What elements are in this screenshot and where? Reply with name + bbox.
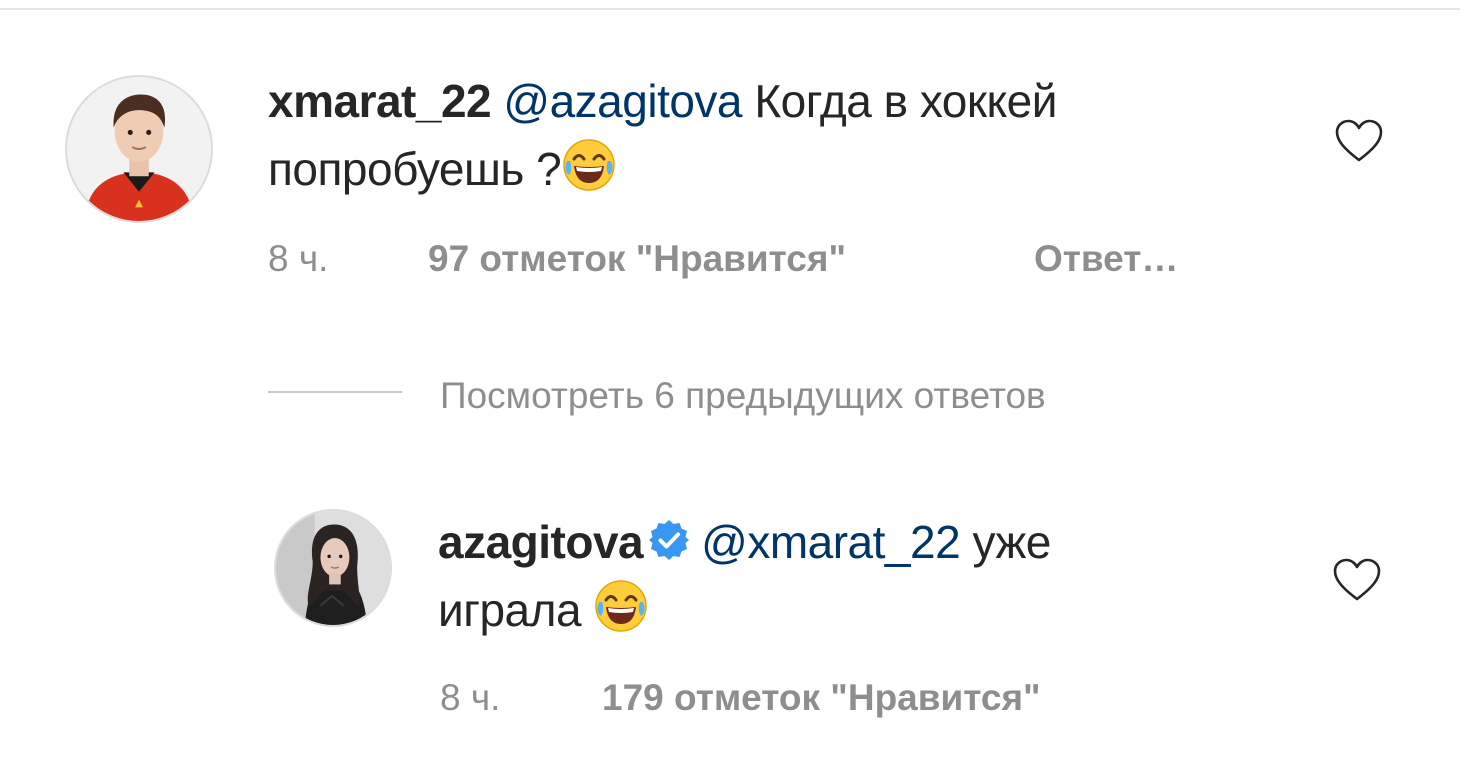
- comment-body: azagitova @xmarat_22 уже играла: [438, 508, 1298, 644]
- reply-label: Ответ…: [1034, 238, 1179, 279]
- comment-username[interactable]: azagitova: [438, 516, 644, 568]
- comment-timestamp: 8 ч.: [440, 677, 501, 718]
- mention-link[interactable]: @xmarat_22: [701, 516, 961, 568]
- replies-divider-line: [268, 391, 402, 393]
- like-button[interactable]: [1332, 557, 1382, 603]
- comment-text-line1: уже: [972, 516, 1051, 568]
- comment-text-line1: Когда в хоккей: [754, 75, 1057, 127]
- heart-outline-icon: [1335, 119, 1383, 162]
- likes-count: 97 отметок "Нравится": [428, 238, 847, 279]
- heart-outline-icon: [1333, 558, 1381, 601]
- likes-count-link[interactable]: 179 отметок "Нравится": [602, 676, 1041, 720]
- verified-badge-icon: [647, 518, 691, 562]
- comment-username[interactable]: xmarat_22: [268, 75, 492, 127]
- reply-button[interactable]: Ответ…: [1034, 237, 1178, 281]
- laughing-emoji-icon: [593, 578, 649, 634]
- likes-count: 179 отметок "Нравится": [602, 677, 1041, 718]
- user-avatar-icon: [276, 511, 390, 625]
- like-button[interactable]: [1334, 118, 1384, 164]
- user-avatar-icon: [67, 77, 211, 221]
- view-previous-replies-button[interactable]: Посмотреть 6 предыдущих ответов: [440, 374, 1046, 418]
- top-divider: [0, 8, 1460, 10]
- avatar[interactable]: [274, 509, 392, 627]
- mention-link[interactable]: @azagitova: [503, 75, 742, 127]
- likes-count-link[interactable]: 97 отметок "Нравится": [428, 237, 846, 281]
- comment-timestamp: 8 ч.: [268, 238, 329, 279]
- comment-text-line2: играла: [438, 584, 582, 636]
- laughing-emoji-icon: [561, 137, 617, 193]
- comment-text-line2: попробуешь ?: [268, 143, 562, 195]
- comment-body: xmarat_22 @azagitova Когда в хоккей попр…: [268, 67, 1298, 203]
- avatar[interactable]: [65, 75, 213, 223]
